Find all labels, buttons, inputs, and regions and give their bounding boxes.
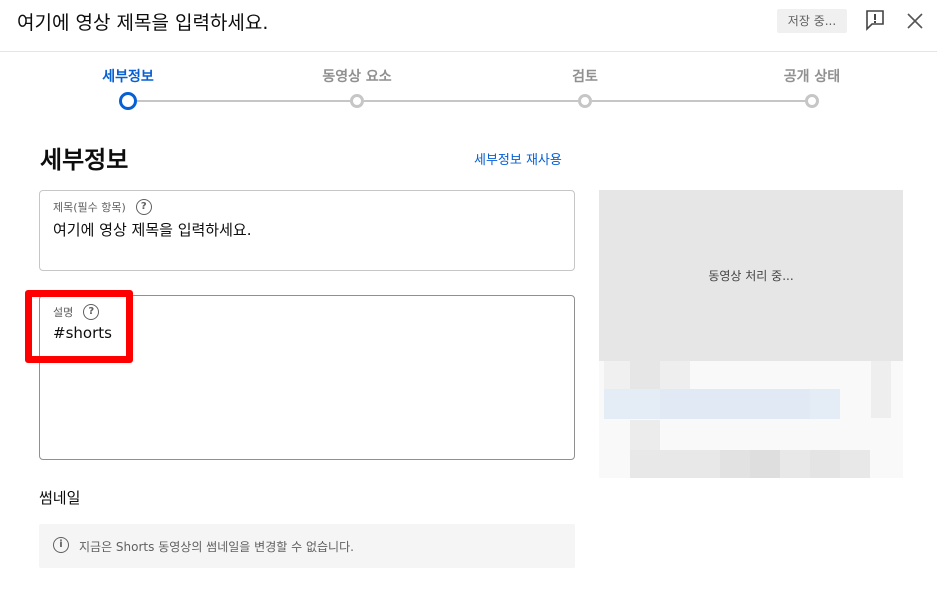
blurred-block [630, 420, 660, 450]
saving-status-chip: 저장 중... [777, 9, 847, 33]
dialog-title: 여기에 영상 제목을 입력하세요. [17, 12, 269, 34]
help-icon[interactable]: ? [135, 199, 152, 215]
step-label-video-elements[interactable]: 동영상 요소 [322, 66, 391, 86]
step-connector [137, 100, 350, 102]
step-connector [592, 100, 805, 102]
blurred-block [810, 450, 840, 478]
step-label-review[interactable]: 검토 [572, 66, 598, 86]
blurred-block [720, 450, 750, 478]
step-dot-details[interactable] [119, 92, 137, 110]
step-connector [364, 100, 578, 102]
video-processing-status: 동영상 처리 중... [708, 269, 794, 283]
blurred-block [871, 361, 891, 418]
video-preview-placeholder: 동영상 처리 중... [599, 190, 903, 361]
feedback-flag-icon[interactable] [864, 9, 886, 31]
title-field[interactable]: 제목(필수 항목) ? 여기에 영상 제목을 입력하세요. [39, 190, 575, 271]
video-preview: 동영상 처리 중... [599, 190, 903, 478]
thumbnail-title: 썸네일 [39, 489, 81, 507]
thumbnail-info-box: i 지금은 Shorts 동영상의 썸네일을 변경할 수 없습니다. [39, 524, 575, 568]
step-label-details[interactable]: 세부정보 [102, 66, 154, 86]
blurred-block [660, 361, 690, 389]
title-field-label: 제목(필수 항목) [53, 201, 126, 214]
dialog-header: 여기에 영상 제목을 입력하세요. 저장 중... [0, 0, 937, 52]
thumbnail-info-text: 지금은 Shorts 동영상의 썸네일을 변경할 수 없습니다. [79, 540, 354, 554]
step-dot-visibility[interactable] [805, 94, 819, 108]
info-icon: i [53, 537, 69, 553]
step-dot-video-elements[interactable] [350, 94, 364, 108]
reuse-details-link[interactable]: 세부정보 재사용 [474, 149, 562, 168]
annotation-highlight-box [25, 290, 133, 363]
upload-stepper: 세부정보 동영상 요소 검토 공개 상태 [0, 52, 937, 122]
step-dot-review[interactable] [578, 94, 592, 108]
step-label-visibility[interactable]: 공개 상태 [784, 66, 840, 86]
section-title: 세부정보 [40, 146, 129, 174]
blurred-block [660, 389, 810, 419]
close-icon[interactable] [904, 10, 926, 32]
title-input[interactable]: 여기에 영상 제목을 입력하세요. [53, 219, 251, 240]
blurred-block [750, 450, 780, 478]
